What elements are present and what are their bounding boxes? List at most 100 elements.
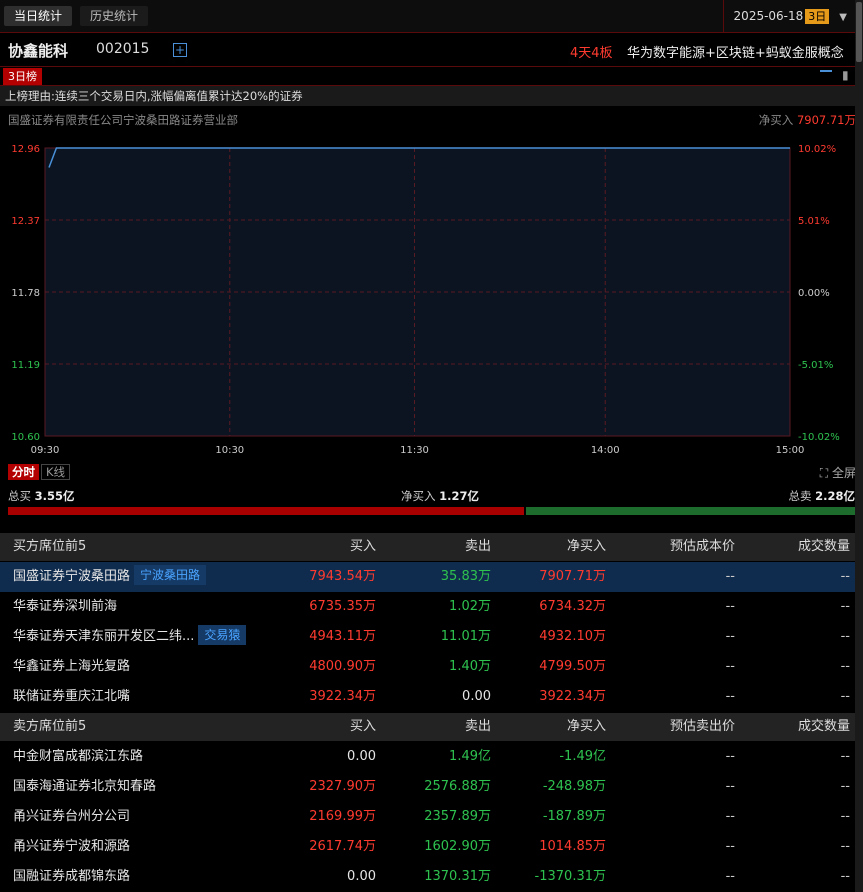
list-period-tag[interactable]: 3日榜 [3, 68, 42, 85]
buy-amount: 4943.11万 [309, 629, 376, 644]
add-watchlist-icon[interactable]: + [173, 43, 187, 57]
y-tick-label-left: 11.19 [11, 360, 40, 371]
sell-amount: 1.49亿 [449, 749, 491, 764]
cost-price: -- [725, 779, 735, 794]
total-sell-label: 总卖 [788, 489, 812, 503]
seat-name[interactable]: 华泰证券深圳前海 [13, 599, 117, 614]
x-tick-label: 10:30 [215, 445, 244, 456]
seat-name[interactable]: 联储证券重庆江北嘴 [13, 689, 130, 704]
trade-volume: -- [840, 779, 850, 794]
header-buy[interactable]: 买入 [350, 533, 376, 561]
total-buy: 总买 3.55亿 [8, 488, 75, 504]
y-tick-label-left: 12.96 [11, 144, 40, 155]
cost-price: -- [725, 809, 735, 824]
table-row[interactable]: 甬兴证券宁波和源路 2617.74万 1602.90万 1014.85万 -- -- [0, 832, 855, 862]
net-amount: -1.49亿 [559, 749, 606, 764]
tab-kline[interactable]: K线 [41, 464, 71, 480]
seat-name[interactable]: 华鑫证券上海光复路 [13, 659, 130, 674]
header-sell[interactable]: 卖出 [465, 713, 491, 741]
buy-amount: 0.00 [347, 749, 376, 764]
broker-net: 净买入 7907.71万 [759, 112, 856, 128]
table-row[interactable]: 国泰海通证券北京知春路 2327.90万 2576.88万 -248.98万 -- -- [0, 772, 855, 802]
trade-volume: -- [840, 569, 850, 584]
seat-name[interactable]: 国融证券成都锦东路 [13, 869, 130, 884]
trade-volume: -- [840, 869, 850, 884]
header-sell-seats: 卖方席位前5 [13, 719, 87, 734]
header-net[interactable]: 净买入 [567, 533, 606, 561]
buy-table-header: 买方席位前5 买入 卖出 净买入 预估成本价 成交数量 [0, 533, 855, 561]
intraday-chart[interactable]: 12.96 10.02% 12.37 5.01% 11.78 0.00% 11.19 -5.0… [0, 136, 855, 461]
consecutive-boards: 4天4板 [570, 46, 613, 61]
cost-price: -- [725, 689, 735, 704]
header-volume[interactable]: 成交数量 [798, 713, 850, 741]
header-buy[interactable]: 买入 [350, 713, 376, 741]
net-amount: -187.89万 [542, 809, 606, 824]
header-sell-price[interactable]: 预估卖出价 [670, 713, 735, 741]
stock-name[interactable]: 协鑫能科 [8, 40, 68, 61]
y-tick-label-left: 10.60 [11, 432, 40, 443]
list-view-icon[interactable] [820, 70, 832, 82]
listing-reason-text: 上榜理由:连续三个交易日内,涨幅偏离值累计达20%的证券 [5, 89, 303, 103]
table-row[interactable]: 国盛证券宁波桑田路 宁波桑田路 7943.54万 35.83万 7907.71万 -- -- [0, 562, 855, 592]
table-row[interactable]: 华鑫证券上海光复路 4800.90万 1.40万 4799.50万 -- -- [0, 652, 855, 682]
seat-name[interactable]: 国泰海通证券北京知春路 [13, 779, 156, 794]
seat-name[interactable]: 甬兴证券台州分公司 [13, 809, 130, 824]
buy-amount: 4800.90万 [309, 659, 376, 674]
scrollbar-track[interactable] [855, 0, 863, 892]
header-volume[interactable]: 成交数量 [798, 533, 850, 561]
sell-table-header: 卖方席位前5 买入 卖出 净买入 预估卖出价 成交数量 [0, 713, 855, 741]
table-row[interactable]: 甬兴证券台州分公司 2169.99万 2357.89万 -187.89万 -- -- [0, 802, 855, 832]
header-net[interactable]: 净买入 [567, 713, 606, 741]
cost-price: -- [725, 599, 735, 614]
table-row[interactable]: 华泰证券天津东丽开发区二纬... 交易猿 4943.11万 11.01万 4932.10… [0, 622, 855, 652]
summary-row: 总买 3.55亿 净买入 1.27亿 总卖 2.28亿 [0, 488, 855, 506]
net-amount: 7907.71万 [539, 569, 606, 584]
sell-amount: 1602.90万 [424, 839, 491, 854]
cost-price: -- [725, 659, 735, 674]
seat-name[interactable]: 华泰证券天津东丽开发区二纬... [13, 629, 194, 644]
net-buy-label: 净买入 [401, 489, 436, 503]
buy-ratio-bar [8, 507, 524, 515]
table-row[interactable]: 国融证券成都锦东路 0.00 1370.31万 -1370.31万 -- -- [0, 862, 855, 892]
x-tick-label: 14:00 [591, 445, 620, 456]
table-row[interactable]: 中金财富成都滨江东路 0.00 1.49亿 -1.49亿 -- -- [0, 742, 855, 772]
cost-price: -- [725, 869, 735, 884]
scrollbar-thumb[interactable] [856, 2, 862, 62]
buy-amount: 0.00 [347, 869, 376, 884]
fullscreen-button[interactable]: ⛶ 全屏 [820, 464, 856, 481]
header-buy-seats: 买方席位前5 [13, 539, 87, 554]
net-amount: -248.98万 [542, 779, 606, 794]
seat-name[interactable]: 中金财富成都滨江东路 [13, 749, 143, 764]
buy-amount: 3922.34万 [309, 689, 376, 704]
sell-ratio-bar [526, 507, 855, 515]
trade-volume: -- [840, 659, 850, 674]
seat-name[interactable]: 国盛证券宁波桑田路 [13, 569, 130, 584]
y-tick-label-right: 10.02% [798, 144, 836, 155]
buy-amount: 6735.35万 [309, 599, 376, 614]
broker-name: 国盛证券有限责任公司宁波桑田路证券营业部 [8, 113, 238, 127]
seat-tag[interactable]: 宁波桑田路 [134, 565, 207, 585]
x-tick-label: 11:30 [400, 445, 429, 456]
tab-intraday[interactable]: 分时 [8, 464, 39, 480]
table-row[interactable]: 华泰证券深圳前海 6735.35万 1.02万 6734.32万 -- -- [0, 592, 855, 622]
date-selector[interactable]: 2025-06-18 3日 ▼ [722, 0, 847, 32]
trade-volume: -- [840, 689, 850, 704]
tab-today-stats[interactable]: 当日统计 [4, 6, 73, 26]
top-bar: 当日统计 历史统计 2025-06-18 3日 ▼ [0, 0, 855, 33]
total-buy-label: 总买 [8, 489, 31, 503]
sell-amount: 11.01万 [440, 629, 491, 644]
x-tick-label: 09:30 [31, 445, 60, 456]
header-sell[interactable]: 卖出 [465, 533, 491, 561]
total-buy-value: 3.55亿 [34, 489, 75, 503]
chevron-down-icon[interactable]: ▼ [839, 12, 847, 23]
header-cost[interactable]: 预估成本价 [670, 533, 735, 561]
seat-name[interactable]: 甬兴证券宁波和源路 [13, 839, 130, 854]
net-buy: 净买入 1.27亿 [401, 488, 479, 504]
seat-tag[interactable]: 交易猿 [198, 625, 247, 645]
tab-history-stats[interactable]: 历史统计 [80, 6, 149, 26]
table-row[interactable]: 联储证券重庆江北嘴 3922.34万 0.00 3922.34万 -- -- [0, 682, 855, 712]
buy-amount: 2327.90万 [309, 779, 376, 794]
trade-volume: -- [840, 839, 850, 854]
bar-chart-icon[interactable]: ▮ [842, 68, 849, 82]
period-badge: 3日 [805, 9, 830, 24]
